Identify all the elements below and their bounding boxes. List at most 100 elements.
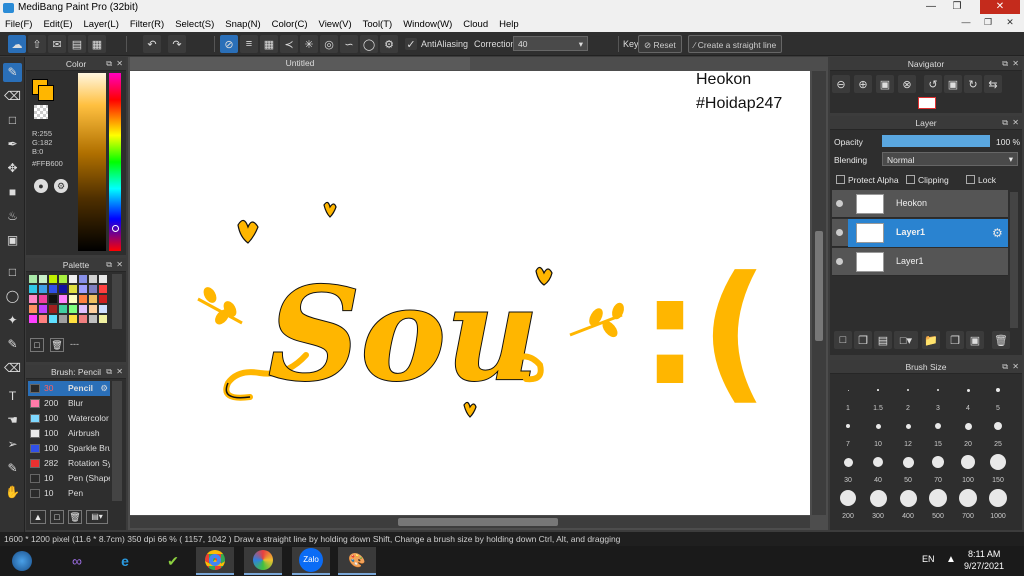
palette-swatch[interactable] [59,305,67,313]
start-button[interactable] [2,547,42,575]
zoom-out-icon[interactable]: ⊖ [832,75,850,93]
rotate-right-icon[interactable]: ↻ [964,75,982,93]
palette-swatch[interactable] [59,315,67,323]
menu-file[interactable]: File(F) [5,19,32,30]
brush-item[interactable]: 30 Pencil ⚙ [28,381,110,396]
concentric-snap-icon[interactable]: ◎ [320,35,338,53]
brush-size-option[interactable]: 20 [954,414,982,448]
menu-tool[interactable]: Tool(T) [363,19,393,30]
brush-size-option[interactable]: 700 [954,486,982,520]
palette-swatch[interactable] [89,295,97,303]
dot-tool-icon[interactable]: □ [3,111,22,130]
visibility-icon[interactable] [836,258,843,265]
palette-swatch[interactable] [79,275,87,283]
layer-item[interactable]: Layer1 ⚙ [832,219,1008,247]
palette-swatch[interactable] [99,305,107,313]
brush-size-option[interactable]: 40 [864,450,892,484]
menu-snap[interactable]: Snap(N) [225,19,260,30]
visibility-icon[interactable] [836,200,843,207]
brush-size-option[interactable]: 300 [864,486,892,520]
brush-size-option[interactable]: 10 [864,414,892,448]
doc-close-button[interactable]: ✕ [1000,17,1020,31]
protect-alpha-checkbox[interactable] [836,175,845,184]
palette-swatch[interactable] [39,295,47,303]
close-button[interactable]: ✕ [980,0,1020,14]
brush-size-option[interactable]: 15 [924,414,952,448]
palette-swatch[interactable] [49,295,57,303]
hue-handle[interactable] [112,225,119,232]
hand-tool-icon[interactable]: ✋ [3,483,22,502]
horizontal-scrollbar[interactable] [130,516,810,528]
brush-size-option[interactable]: 200 [834,486,862,520]
color-settings-icon[interactable]: ⚙ [54,179,68,193]
brush-item[interactable]: 282 Rotation Symmetry [28,456,110,471]
close-icon[interactable]: ✕ [116,365,123,379]
brush-tool-icon[interactable]: ✎ [3,63,22,82]
menu-view[interactable]: View(V) [319,19,352,30]
minimize-button[interactable]: — [918,0,944,14]
brush-item[interactable]: 100 Watercolor [28,411,110,426]
menu-color[interactable]: Color(C) [272,19,308,30]
undock-icon[interactable]: ⧉ [1002,116,1008,130]
brush-size-option[interactable]: 1.5 [864,378,892,412]
add-layer-menu-icon[interactable]: □▾ [894,331,918,349]
brush-size-option[interactable]: 150 [984,450,1012,484]
secondary-color-swatch[interactable] [38,85,54,101]
close-icon[interactable]: ✕ [1012,116,1019,130]
clipping-checkbox[interactable] [906,175,915,184]
color-value-slider[interactable] [78,73,106,251]
palette-swatch[interactable] [49,305,57,313]
palette-swatch[interactable] [69,315,77,323]
doc-restore-button[interactable]: ❐ [978,17,998,31]
shape-tool-icon[interactable]: ■ [3,183,22,202]
antialiasing-checkbox[interactable]: ✓ [405,38,417,51]
tray-arrow-icon[interactable]: ▲ [946,554,956,565]
create-straight-line-button[interactable]: ∕ Create a straight line [688,35,783,53]
menu-select[interactable]: Select(S) [175,19,214,30]
layer-property-icon[interactable]: ▣ [966,331,984,349]
add-brush-icon[interactable]: ▲ [30,510,46,524]
menu-layer[interactable]: Layer(L) [84,19,119,30]
new-brush-icon[interactable]: □ [50,510,64,524]
language-indicator[interactable]: EN [922,554,935,564]
parallel-snap-icon[interactable]: ≡ [240,35,258,53]
zoom-in-icon[interactable]: ⊕ [854,75,872,93]
folder-icon[interactable]: 📁 [922,331,940,349]
brush-size-option[interactable]: 400 [894,486,922,520]
palette-swatch[interactable] [99,285,107,293]
snap-off-icon[interactable]: ⊘ [220,35,238,53]
horizontal-scroll-thumb[interactable] [398,518,558,526]
menu-cloud[interactable]: Cloud [463,19,488,30]
grid-snap-icon[interactable]: ▦ [260,35,278,53]
undock-icon[interactable]: ⧉ [1002,57,1008,71]
eyedropper-tool-icon[interactable]: ➢ [3,435,22,454]
undo-icon[interactable]: ↶ [143,35,161,53]
new-layer-icon[interactable]: □ [834,331,852,349]
palette-swatch[interactable] [89,285,97,293]
brush-size-option[interactable]: 100 [954,450,982,484]
menu-help[interactable]: Help [499,19,519,30]
palette-swatch[interactable] [59,275,67,283]
comment-icon[interactable]: ✉ [48,35,66,53]
redo-icon[interactable]: ↷ [168,35,186,53]
fit-icon[interactable]: ▣ [876,75,894,93]
reset-button[interactable]: ⊘ Reset [638,35,682,53]
brush-size-option[interactable]: 500 [924,486,952,520]
medibang-icon[interactable]: 🎨 [338,547,376,575]
palette-swatch[interactable] [99,315,107,323]
layer-list-scrollbar[interactable] [1010,192,1018,328]
pen-tool-icon[interactable]: ✒ [3,135,22,154]
visual-studio-icon[interactable]: ∞ [58,547,96,575]
gear-icon[interactable]: ⚙ [992,226,1003,240]
palette-swatch[interactable] [69,305,77,313]
actual-size-icon[interactable]: ⊗ [898,75,916,93]
palette-swatch[interactable] [29,295,37,303]
brush-size-option[interactable]: 30 [834,450,862,484]
move-tool-icon[interactable]: ✥ [3,159,22,178]
undock-icon[interactable]: ⧉ [1002,360,1008,374]
brush-list-scrollbar[interactable] [112,381,122,501]
palette-swatch[interactable] [29,275,37,283]
palette-swatch[interactable] [29,315,37,323]
palette-swatch[interactable] [49,275,57,283]
photos-icon[interactable] [244,547,282,575]
